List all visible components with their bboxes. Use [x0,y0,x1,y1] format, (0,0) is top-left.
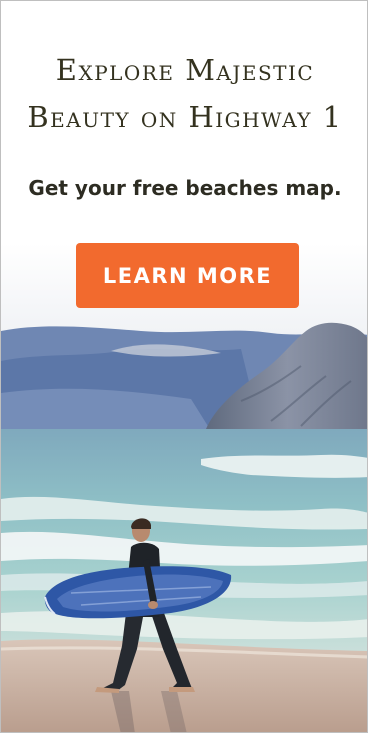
headline-line-1: Explore Majestic [55,53,315,87]
subheadline: Get your free beaches map. [28,176,342,200]
learn-more-button[interactable]: LEARN MORE [76,243,299,308]
headline: Explore Majestic Beauty on Highway 1 [1,47,367,141]
headline-line-2: Beauty on Highway 1 [27,100,343,134]
beach-map-ad[interactable]: Explore Majestic Beauty on Highway 1 Get… [0,0,368,733]
